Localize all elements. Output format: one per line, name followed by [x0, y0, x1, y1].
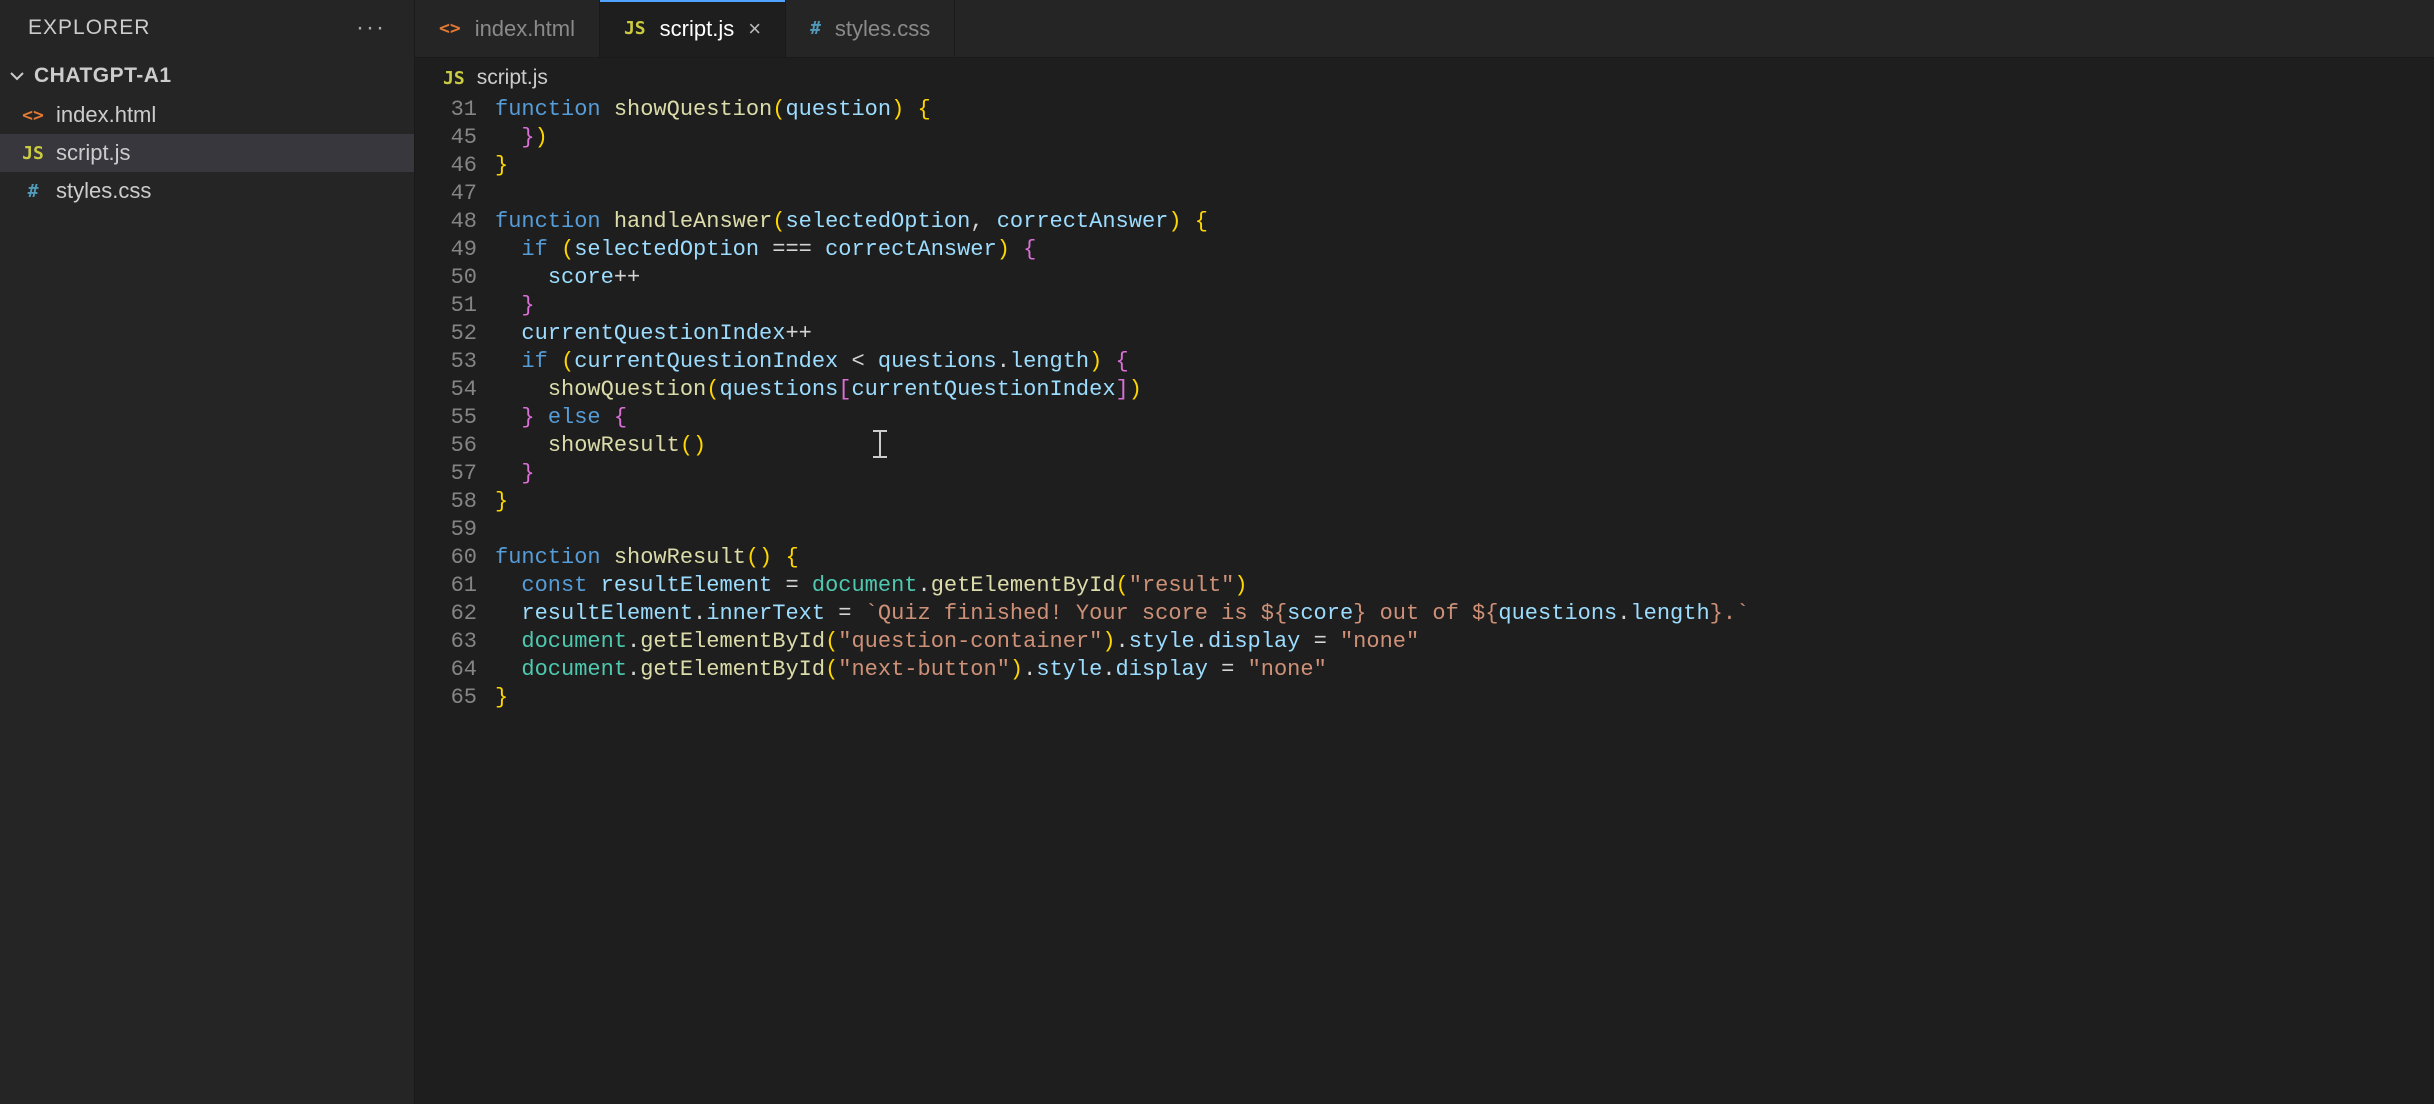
tab[interactable]: # styles.css: [786, 0, 955, 57]
code-line[interactable]: if (selectedOption === correctAnswer) {: [495, 236, 2434, 264]
file-label: script.js: [56, 140, 131, 166]
sidebar: EXPLORER ··· CHATGPT-A1 <> index.html JS sc…: [0, 0, 415, 1104]
line-number: 62: [415, 600, 477, 628]
tab-label: index.html: [475, 16, 575, 42]
line-number: 58: [415, 488, 477, 516]
line-number: 47: [415, 180, 477, 208]
tab[interactable]: <> index.html: [415, 0, 600, 57]
code-line[interactable]: showQuestion(questions[currentQuestionIn…: [495, 376, 2434, 404]
explorer-more-icon[interactable]: ···: [356, 14, 386, 42]
file-label: styles.css: [56, 178, 151, 204]
line-number: 57: [415, 460, 477, 488]
project-name: CHATGPT-A1: [34, 64, 172, 88]
main: <> index.html JS script.js × # styles.css JS s…: [415, 0, 2434, 1104]
tab-file-icon: <>: [439, 18, 461, 39]
code-line[interactable]: showResult(): [495, 432, 2434, 460]
tab[interactable]: JS script.js ×: [600, 0, 786, 57]
code-line[interactable]: const resultElement = document.getElemen…: [495, 572, 2434, 600]
line-number: 53: [415, 348, 477, 376]
code-line[interactable]: [495, 516, 2434, 544]
code-line[interactable]: resultElement.innerText = `Quiz finished…: [495, 600, 2434, 628]
tab-bar: <> index.html JS script.js × # styles.css: [415, 0, 2434, 58]
line-number: 59: [415, 516, 477, 544]
code-line[interactable]: [495, 180, 2434, 208]
code-line[interactable]: }: [495, 152, 2434, 180]
code-line[interactable]: } else {: [495, 404, 2434, 432]
code-line[interactable]: document.getElementById("next-button").s…: [495, 656, 2434, 684]
code-line[interactable]: score++: [495, 264, 2434, 292]
code-line[interactable]: }: [495, 460, 2434, 488]
line-number: 60: [415, 544, 477, 572]
tab-label: script.js: [660, 16, 735, 42]
code-area[interactable]: function showQuestion(question) { })} fu…: [495, 96, 2434, 1104]
gutter: 3145464748495051525354555657585960616263…: [415, 96, 495, 1104]
line-number: 54: [415, 376, 477, 404]
file-type-icon: JS: [20, 143, 46, 164]
code-line[interactable]: function handleAnswer(selectedOption, co…: [495, 208, 2434, 236]
explorer-header: EXPLORER ···: [0, 0, 414, 56]
breadcrumb-icon: JS: [443, 68, 465, 89]
code-line[interactable]: }: [495, 684, 2434, 712]
line-number: 65: [415, 684, 477, 712]
code-line[interactable]: }: [495, 488, 2434, 516]
line-number: 51: [415, 292, 477, 320]
chevron-down-icon: [6, 65, 28, 87]
tab-file-icon: #: [810, 18, 821, 39]
line-number: 55: [415, 404, 477, 432]
tab-file-icon: JS: [624, 18, 646, 39]
file-item[interactable]: # styles.css: [0, 172, 414, 210]
code-line[interactable]: currentQuestionIndex++: [495, 320, 2434, 348]
file-type-icon: #: [20, 181, 46, 202]
code-line[interactable]: }: [495, 292, 2434, 320]
file-item[interactable]: <> index.html: [0, 96, 414, 134]
file-item[interactable]: JS script.js: [0, 134, 414, 172]
line-number: 61: [415, 572, 477, 600]
line-number: 52: [415, 320, 477, 348]
line-number: 64: [415, 656, 477, 684]
line-number: 45: [415, 124, 477, 152]
code-line[interactable]: document.getElementById("question-contai…: [495, 628, 2434, 656]
line-number: 48: [415, 208, 477, 236]
breadcrumb-label: script.js: [477, 66, 548, 90]
line-number: 63: [415, 628, 477, 656]
code-line[interactable]: function showQuestion(question) {: [495, 96, 2434, 124]
tab-label: styles.css: [835, 16, 930, 42]
close-icon[interactable]: ×: [748, 16, 761, 42]
file-label: index.html: [56, 102, 156, 128]
code-line[interactable]: if (currentQuestionIndex < questions.len…: [495, 348, 2434, 376]
code-line[interactable]: }): [495, 124, 2434, 152]
line-number: 31: [415, 96, 477, 124]
line-number: 56: [415, 432, 477, 460]
line-number: 50: [415, 264, 477, 292]
explorer-title: EXPLORER: [28, 16, 150, 40]
code-line[interactable]: function showResult() {: [495, 544, 2434, 572]
project-row[interactable]: CHATGPT-A1: [0, 56, 414, 96]
line-number: 49: [415, 236, 477, 264]
editor[interactable]: 3145464748495051525354555657585960616263…: [415, 96, 2434, 1104]
file-type-icon: <>: [20, 105, 46, 126]
line-number: 46: [415, 152, 477, 180]
file-tree: <> index.html JS script.js # styles.css: [0, 96, 414, 210]
breadcrumb[interactable]: JS script.js: [415, 58, 2434, 96]
